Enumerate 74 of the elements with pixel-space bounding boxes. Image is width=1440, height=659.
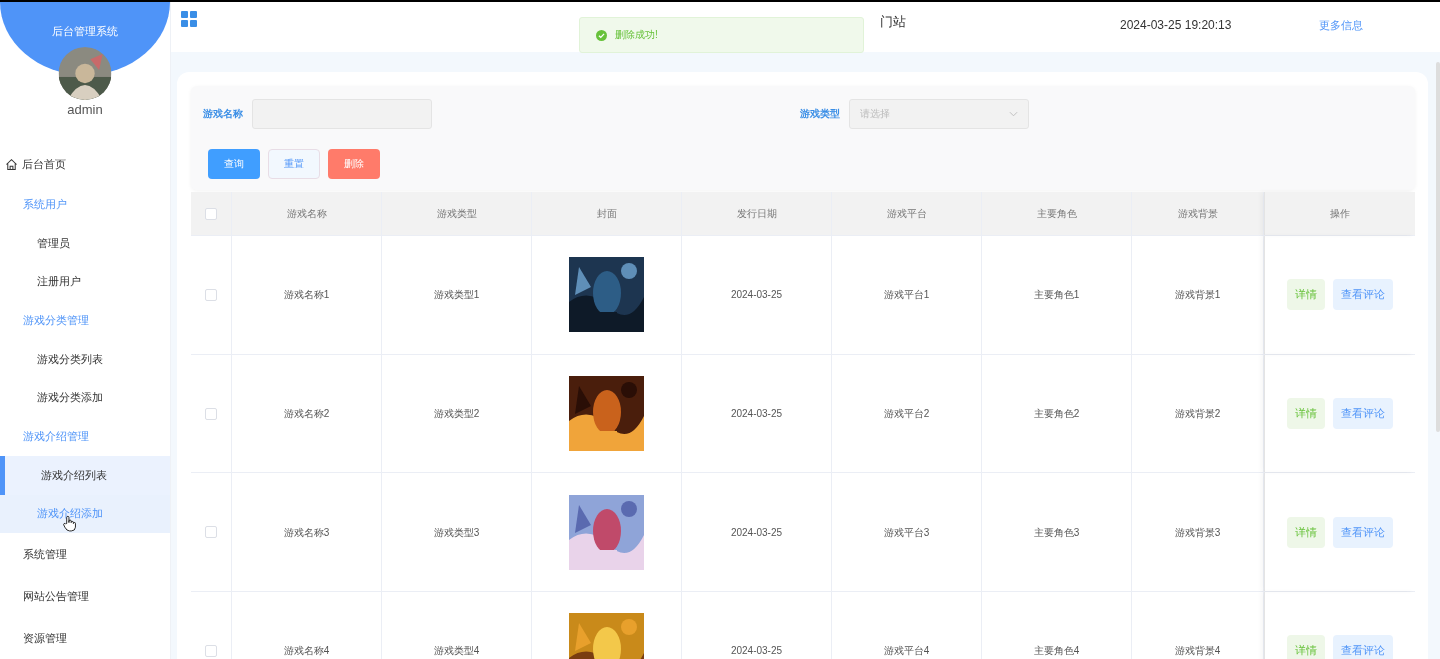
site-title: 门站: [880, 13, 906, 31]
table-cell: 游戏类型2: [433, 408, 480, 420]
row-action-button[interactable]: 查看评论: [1332, 279, 1393, 311]
action-button[interactable]: 查询: [208, 149, 260, 179]
table-cell: 游戏背景2: [1174, 408, 1221, 420]
more-info-link[interactable]: 更多信息: [1319, 18, 1364, 33]
row-action-button[interactable]: 查看评论: [1332, 398, 1393, 430]
action-button[interactable]: 重置: [268, 149, 320, 179]
table-cell: 游戏平台2: [883, 408, 930, 420]
nav-group[interactable]: 游戏介绍管理: [0, 417, 170, 456]
column-header: 主要角色: [1036, 208, 1077, 219]
nav-item[interactable]: 系统管理: [0, 533, 170, 575]
table-cell: 主要角色3: [1033, 526, 1080, 538]
table-cell: 游戏名称1: [283, 289, 330, 301]
row-checkbox[interactable]: [205, 644, 217, 657]
field-label: 游戏名称: [203, 107, 243, 121]
check-circle-icon: [596, 29, 607, 41]
table-cell: 游戏类型3: [433, 526, 480, 538]
field-label: 游戏类型: [800, 107, 840, 121]
column-header: 操作: [1329, 208, 1350, 219]
row-action-button[interactable]: 详情: [1286, 635, 1325, 659]
column-header: 封面: [596, 208, 617, 219]
column-header: 游戏名称: [286, 208, 327, 219]
nav-item[interactable]: 网站公告管理: [0, 575, 170, 617]
nav-item[interactable]: 注册用户: [0, 262, 170, 301]
datetime: 2024-03-25 19:20:13: [1120, 18, 1232, 32]
row-action-button[interactable]: 详情: [1286, 279, 1325, 311]
table-cell: 游戏名称4: [283, 645, 330, 657]
row-action-button[interactable]: 查看评论: [1332, 516, 1393, 548]
nav-item[interactable]: 游戏介绍添加: [0, 494, 170, 533]
nav-item[interactable]: 管理员: [0, 224, 170, 263]
row-action-button[interactable]: 详情: [1286, 516, 1325, 548]
row-action-button[interactable]: 查看评论: [1332, 635, 1393, 659]
table-cell: 游戏背景4: [1174, 645, 1221, 657]
table-cell: 游戏平台3: [883, 526, 930, 538]
column-header: 游戏类型: [436, 208, 477, 219]
table-cell: 游戏背景1: [1174, 289, 1221, 301]
row-action-button[interactable]: 详情: [1286, 398, 1325, 430]
row-checkbox[interactable]: [205, 407, 217, 420]
table-cell: 2024-03-25: [730, 408, 783, 420]
table-cell: 游戏平台1: [883, 289, 930, 301]
table-cell: 游戏背景3: [1174, 526, 1221, 538]
action-button[interactable]: 删除: [328, 149, 380, 179]
table-cell: 主要角色2: [1033, 408, 1080, 420]
column-header: 游戏平台: [886, 208, 927, 219]
nav-item[interactable]: 资源管理: [0, 617, 170, 659]
table-cell: 主要角色1: [1033, 289, 1080, 301]
table-cell: 主要角色4: [1033, 645, 1080, 657]
nav-item[interactable]: 游戏介绍列表: [0, 456, 170, 495]
select-all-checkbox[interactable]: [205, 207, 217, 220]
table-cell: 2024-03-25: [730, 526, 783, 538]
menu-icon[interactable]: [181, 11, 197, 27]
column-header: 发行日期: [736, 208, 777, 219]
row-checkbox[interactable]: [205, 288, 217, 301]
table-cell: 游戏类型1: [433, 289, 480, 301]
table-cell: 游戏名称3: [283, 526, 330, 538]
nav-item[interactable]: 游戏分类添加: [0, 378, 170, 417]
scrollbar[interactable]: [1436, 62, 1440, 432]
home-icon: [5, 158, 18, 171]
row-checkbox[interactable]: [205, 526, 217, 539]
table-cell: 2024-03-25: [730, 289, 783, 301]
user-name: admin: [67, 102, 103, 117]
nav-group[interactable]: 系统用户: [0, 185, 170, 224]
toast-message: 删除成功!: [615, 28, 658, 42]
app-title: 后台管理系统: [52, 24, 118, 39]
table-cell: 2024-03-25: [730, 645, 783, 657]
table-cell: 游戏类型4: [433, 645, 480, 657]
chevron-down-icon: [1009, 111, 1018, 117]
table-cell: 游戏平台4: [883, 645, 930, 657]
nav-item[interactable]: 游戏分类列表: [0, 340, 170, 379]
nav-group[interactable]: 游戏分类管理: [0, 301, 170, 340]
nav-item[interactable]: 后台首页: [0, 144, 170, 185]
table-cell: 游戏名称2: [283, 408, 330, 420]
column-header: 游戏背景: [1177, 208, 1218, 219]
